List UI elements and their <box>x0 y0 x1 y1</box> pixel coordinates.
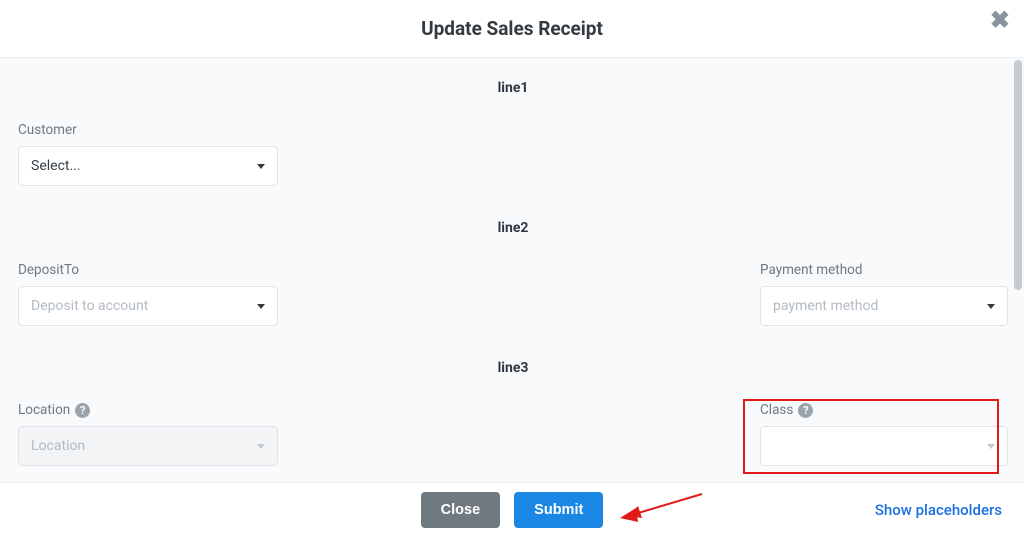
class-label-text: Class <box>760 402 793 418</box>
section-line2-label: line2 <box>18 220 1008 236</box>
chevron-down-icon <box>257 164 265 169</box>
chevron-down-icon <box>987 304 995 309</box>
help-icon[interactable]: ? <box>75 403 90 418</box>
close-button[interactable]: Close <box>421 492 501 528</box>
modal-title: Update Sales Receipt <box>0 0 1024 58</box>
payment-method-select-value: payment method <box>773 298 878 314</box>
deposit-to-select[interactable]: Deposit to account <box>18 286 278 326</box>
customer-select-value: Select... <box>31 158 81 174</box>
location-label-text: Location <box>18 402 70 418</box>
help-icon[interactable]: ? <box>798 403 813 418</box>
customer-label: Customer <box>18 122 278 138</box>
location-select-value: Location <box>31 438 85 454</box>
customer-select[interactable]: Select... <box>18 146 278 186</box>
show-placeholders-link[interactable]: Show placeholders <box>875 501 1002 519</box>
payment-method-label: Payment method <box>760 262 1008 278</box>
submit-button[interactable]: Submit <box>514 492 603 528</box>
scrollbar-thumb[interactable] <box>1014 60 1022 290</box>
modal-header: Update Sales Receipt ✖ <box>0 0 1024 58</box>
section-line3-label: line3 <box>18 360 1008 376</box>
deposit-to-label: DepositTo <box>18 262 278 278</box>
section-line1-label: line1 <box>18 80 1008 96</box>
chevron-down-icon <box>987 444 995 449</box>
chevron-down-icon <box>257 304 265 309</box>
location-label: Location ? <box>18 402 278 418</box>
modal-footer: Close Submit Show placeholders <box>0 482 1024 536</box>
deposit-to-select-value: Deposit to account <box>31 298 148 314</box>
update-sales-receipt-modal: Update Sales Receipt ✖ line1 Customer Se… <box>0 0 1024 536</box>
chevron-down-icon <box>257 444 265 449</box>
class-select[interactable] <box>760 426 1008 466</box>
close-icon[interactable]: ✖ <box>990 6 1010 34</box>
modal-body: line1 Customer Select... line2 DepositTo… <box>0 58 1024 482</box>
payment-method-select[interactable]: payment method <box>760 286 1008 326</box>
location-select[interactable]: Location <box>18 426 278 466</box>
class-label: Class ? <box>760 402 1008 418</box>
